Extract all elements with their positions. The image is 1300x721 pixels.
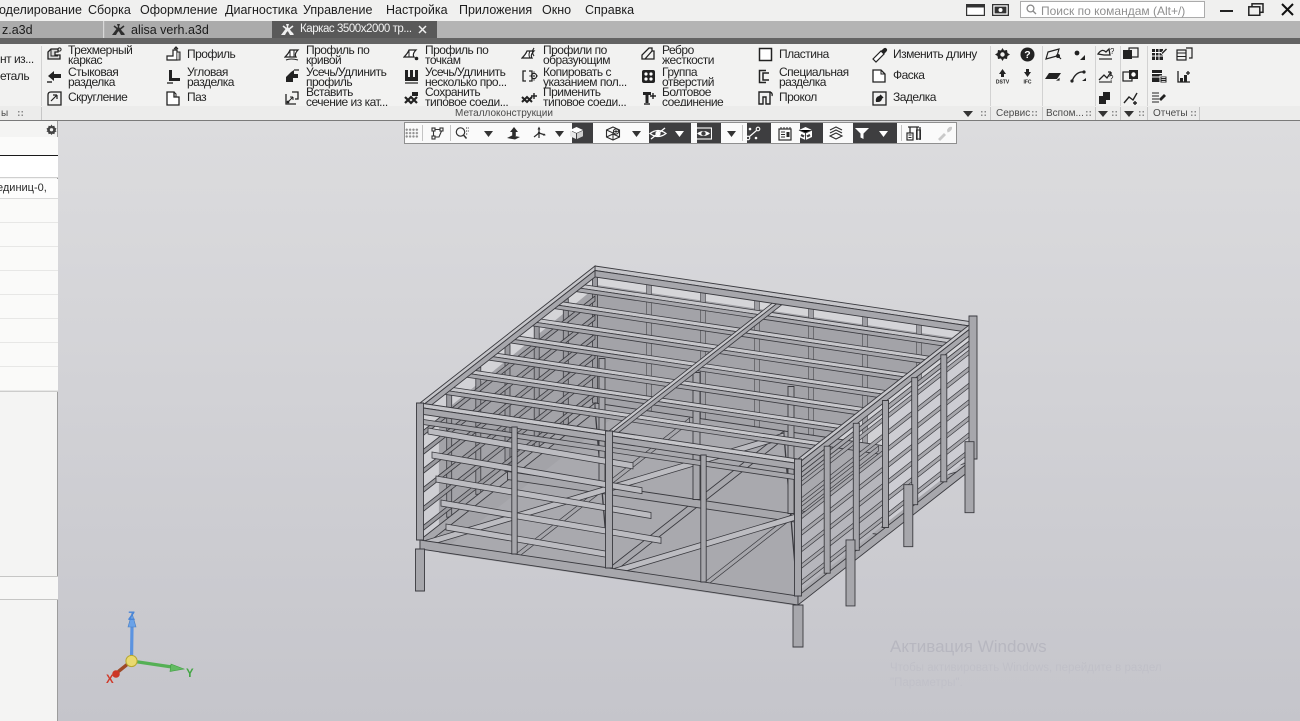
svg-text:Y: Y xyxy=(186,668,194,680)
svg-text:Z: Z xyxy=(128,611,135,623)
svg-text:IFC: IFC xyxy=(1023,80,1031,86)
svg-text:DSTV: DSTV xyxy=(996,80,1010,86)
svg-text:?: ? xyxy=(1024,49,1030,61)
svg-text:X: X xyxy=(106,674,114,686)
svg-text:?: ? xyxy=(1110,47,1114,56)
